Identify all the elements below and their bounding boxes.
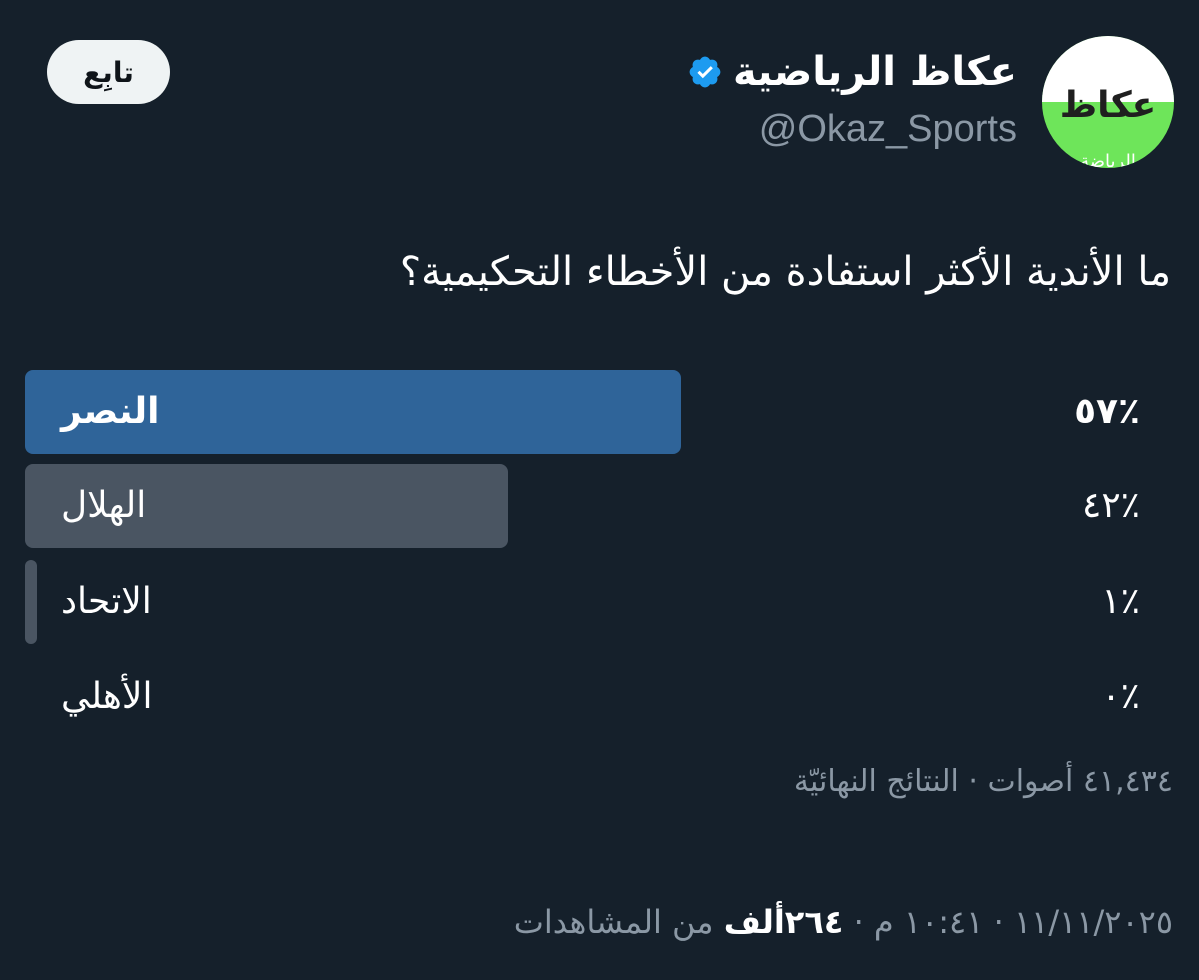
avatar[interactable]: عكاظ الرياضة — [1042, 36, 1174, 168]
poll-option-label: الاتحاد — [61, 581, 152, 622]
views-count: ٢٦٤ألف — [723, 903, 844, 941]
account-handle[interactable]: @Okaz_Sports — [759, 104, 1017, 154]
views-label: من المشاهدات — [513, 903, 724, 941]
poll-summary: ٤١,٤٣٤ أصوات · النتائج النهائيّة — [793, 764, 1173, 799]
poll-option-percent: ٪٥٧ — [1074, 391, 1140, 432]
poll-option: الاتحاد ٪١ — [25, 560, 1175, 644]
poll-option-percent: ٪١ — [1101, 581, 1140, 622]
poll-option-label: الأهلي — [61, 676, 153, 717]
poll-option: النصر ٪٥٧ — [25, 370, 1175, 454]
avatar-sub-text: الرياضة — [1080, 151, 1136, 169]
tweet-timestamp[interactable]: ١١/١١/٢٠٢٥ · ١٠:٤١ م · — [843, 903, 1173, 941]
display-name-row[interactable]: عكاظ الرياضية — [687, 48, 1017, 96]
poll-option: الهلال ٪٤٢ — [25, 464, 1175, 548]
poll-option-bar — [25, 560, 37, 644]
display-name[interactable]: عكاظ الرياضية — [733, 48, 1017, 96]
poll-option-label: النصر — [61, 391, 160, 432]
poll-option-percent: ٪٤٢ — [1081, 485, 1140, 526]
tweet-text: ما الأندية الأكثر استفادة من الأخطاء الت… — [399, 249, 1171, 295]
poll-option-percent: ٪٠ — [1101, 676, 1140, 717]
tweet-metadata: ١١/١١/٢٠٢٥ · ١٠:٤١ م · ٢٦٤ألف من المشاهد… — [514, 898, 1173, 946]
avatar-logo-text: عكاظ — [1059, 85, 1157, 126]
poll-option: الأهلي ٪٠ — [25, 655, 1175, 739]
poll-option-label: الهلال — [61, 485, 147, 526]
follow-button[interactable]: تابِع — [47, 40, 170, 104]
verified-badge-icon — [689, 56, 721, 88]
